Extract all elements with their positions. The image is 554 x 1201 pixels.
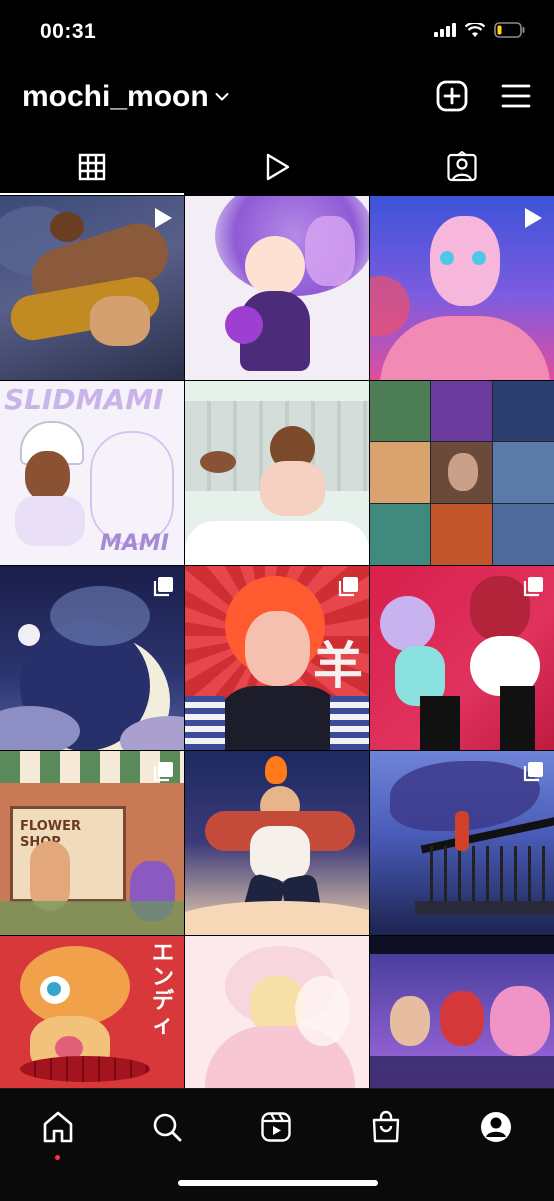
shopping-bag-icon [372,1110,400,1143]
hamburger-menu-icon [501,84,531,108]
reels-icon [261,1112,291,1142]
profile-icon [481,1112,511,1142]
carousel-badge [152,576,174,603]
posts-grid: SLIDMAMI MAMI 羊 FLOWER エンディ [0,196,554,1088]
menu-button[interactable] [498,78,534,114]
nav-search[interactable] [147,1107,187,1147]
post-thumbnail-11[interactable] [185,751,369,935]
tab-posts-grid[interactable] [0,140,184,194]
home-indicator [178,1180,378,1186]
username-label: mochi_moon [22,80,209,113]
chevron-down-icon [215,93,229,101]
grid-icon [78,153,106,181]
post-thumbnail-8[interactable]: 羊 [185,566,369,750]
post-thumbnail-15[interactable] [370,936,554,1088]
carousel-badge [337,576,359,603]
multiple-images-icon [338,577,358,597]
post-thumbnail-12[interactable] [370,751,554,935]
post-katakana: エンディ [152,941,175,1038]
post-thumbnail-14[interactable] [185,936,369,1088]
post-thumbnail-13[interactable]: エンディ [0,936,184,1088]
carousel-badge [522,761,544,788]
status-icons [434,22,526,38]
post-thumbnail-10[interactable]: FLOWER SHOP [0,751,184,935]
reel-badge [152,206,174,235]
post-kanji: 羊 [313,637,363,695]
search-icon [153,1113,182,1142]
plus-square-icon [436,80,468,112]
status-time: 00:31 [40,20,97,43]
post-thumbnail-7[interactable] [0,566,184,750]
account-switcher[interactable]: mochi_moon [22,80,229,114]
multiple-images-icon [523,577,543,597]
create-post-button[interactable] [434,78,470,114]
post-thumbnail-1[interactable] [0,196,184,380]
play-icon [155,208,172,228]
carousel-badge [152,761,174,788]
post-thumbnail-2[interactable] [185,196,369,380]
tagged-person-icon [447,151,477,182]
wifi-icon [465,22,485,37]
active-tab-indicator [0,193,184,195]
carousel-badge [522,576,544,603]
post-thumbnail-5[interactable] [185,381,369,565]
tab-reels[interactable] [185,140,369,194]
play-icon [266,153,290,181]
profile-header: mochi_moon [0,66,554,136]
profile-tabs [0,140,554,196]
post-thumbnail-6[interactable] [370,381,554,565]
cellular-signal-icon [434,23,456,37]
post-thumbnail-4[interactable]: SLIDMAMI MAMI [0,381,184,565]
post-caption-top: SLIDMAMI [4,383,164,416]
status-bar: 00:31 [0,0,554,66]
battery-icon [494,22,525,38]
tab-tagged[interactable] [370,140,554,194]
notification-dot [55,1155,60,1160]
nav-profile[interactable] [476,1107,516,1147]
multiple-images-icon [523,762,543,782]
multiple-images-icon [153,762,173,782]
nav-reels[interactable] [256,1107,296,1147]
home-icon [43,1111,73,1143]
play-icon [525,208,542,228]
post-thumbnail-3[interactable] [370,196,554,380]
multiple-images-icon [153,577,173,597]
nav-shop[interactable] [366,1107,406,1147]
reel-badge [522,206,544,235]
post-thumbnail-9[interactable] [370,566,554,750]
nav-home[interactable] [38,1107,78,1147]
post-caption-bottom: MAMI [100,531,169,556]
